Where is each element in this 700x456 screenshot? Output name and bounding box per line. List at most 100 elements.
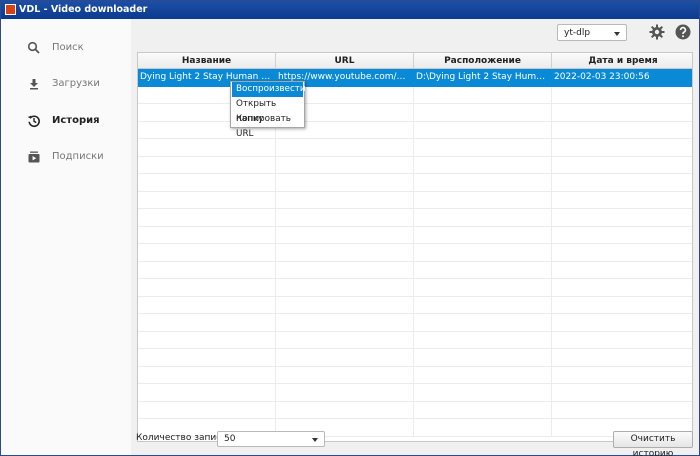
table-row-empty [138,139,692,157]
table-cell-empty [138,384,276,401]
history-panel: yt-dlp Название URL Расположение Дата и … [131,19,699,456]
table-cell-empty [414,156,552,174]
backend-select[interactable]: yt-dlp [557,24,627,41]
column-header-datetime[interactable]: Дата и время [552,53,692,69]
table-row-empty [138,296,692,314]
window-title: VDL - Video downloader [19,4,148,15]
table-cell-empty [414,104,552,121]
table-cell-empty [414,384,552,401]
table-cell-empty [414,314,552,331]
table-cell-empty [552,349,692,366]
table-row[interactable]: Dying Light 2 Stay Human - The D... http… [138,69,692,87]
clear-history-button[interactable]: Очистить историю [613,431,693,456]
table-cell-empty [414,86,552,104]
table-cell-empty [552,87,692,104]
table-cell-empty [138,226,276,244]
table-cell-empty [138,191,276,209]
table-row-empty [138,331,692,349]
table-cell-empty [138,279,276,296]
table-cell-empty [138,331,276,349]
table-cell-empty [552,367,692,384]
table-cell-empty [276,296,414,314]
table-cell-empty [552,227,692,244]
column-header-name[interactable]: Название [138,53,276,69]
table-cell-empty [276,191,414,209]
table-cell-empty [276,279,414,296]
context-menu-open-folder[interactable]: Открыть папку [232,97,303,124]
subscriptions-icon [28,151,40,163]
table-cell-empty [414,349,552,366]
column-header-url[interactable]: URL [276,53,414,69]
table-cell-empty [414,261,552,279]
table-cell-empty [414,121,552,139]
table-row-empty [138,174,692,192]
table-cell-empty [552,244,692,261]
table-row-empty [138,191,692,209]
table-row-empty [138,121,692,139]
gear-icon[interactable] [649,24,665,40]
table-row-empty [138,156,692,174]
sidebar-item-history[interactable]: История [1,108,131,134]
table-cell-empty [414,139,552,156]
table-cell-empty [552,279,692,296]
search-icon [27,41,40,54]
sidebar: Поиск Загрузки История Подписки [1,19,131,455]
table-cell-empty [414,419,552,436]
table-cell-empty [552,209,692,226]
sidebar-item-subscriptions[interactable]: Подписки [1,144,131,170]
table-row-empty [138,401,692,419]
title-bar: VDL - Video downloader [1,1,699,19]
table-cell-empty [276,174,414,191]
table-cell-empty [414,401,552,419]
context-menu-copy-url[interactable]: Копировать URL [232,112,303,139]
table-cell-empty [552,122,692,139]
table-row-empty [138,86,692,104]
chevron-down-icon [614,32,620,36]
history-table: Название URL Расположение Дата и время D… [137,52,693,442]
table-cell-empty [138,174,276,191]
table-cell-empty [138,296,276,314]
record-count-select[interactable]: 50 [217,431,325,447]
table-cell-empty [552,384,692,401]
table-cell-empty [552,332,692,349]
table-cell-empty [552,402,692,419]
table-cell-empty [414,296,552,314]
table-cell-empty [276,401,414,419]
context-menu-play[interactable]: Воспроизвести [232,82,306,97]
table-cell-empty [552,262,692,279]
table-row-empty [138,279,692,297]
table-cell-empty [138,401,276,419]
table-cell-empty [414,191,552,209]
app-window: VDL - Video downloader Поиск Загрузки Ис… [0,0,700,456]
sidebar-item-label: Загрузки [52,78,100,89]
table-cell-empty [138,244,276,261]
table-cell-empty [276,226,414,244]
table-cell-empty [138,349,276,366]
table-cell-empty [414,366,552,384]
backend-select-value: yt-dlp [564,28,591,38]
sidebar-item-downloads[interactable]: Загрузки [1,71,131,97]
table-row-empty [138,349,692,367]
table-row-empty [138,366,692,384]
cell-location: D:\Dying Light 2 Stay Human - The... [414,69,552,86]
table-row-empty [138,226,692,244]
table-cell-empty [138,366,276,384]
table-cell-empty [138,139,276,156]
column-header-location[interactable]: Расположение [414,53,552,69]
table-cell-empty [276,244,414,261]
table-row-empty [138,104,692,122]
table-cell-empty [414,174,552,191]
table-cell-empty [276,156,414,174]
table-cell-empty [414,244,552,261]
table-cell-empty [414,209,552,226]
table-cell-empty [552,174,692,191]
table-cell-empty [138,156,276,174]
help-icon[interactable] [675,24,691,40]
sidebar-item-search[interactable]: Поиск [1,35,131,61]
table-cell-empty [276,261,414,279]
table-cell-empty [276,209,414,226]
table-cell-empty [552,192,692,209]
table-body: Dying Light 2 Stay Human - The D... http… [138,69,692,441]
sidebar-item-label: Поиск [52,42,84,53]
table-cell-empty [138,261,276,279]
